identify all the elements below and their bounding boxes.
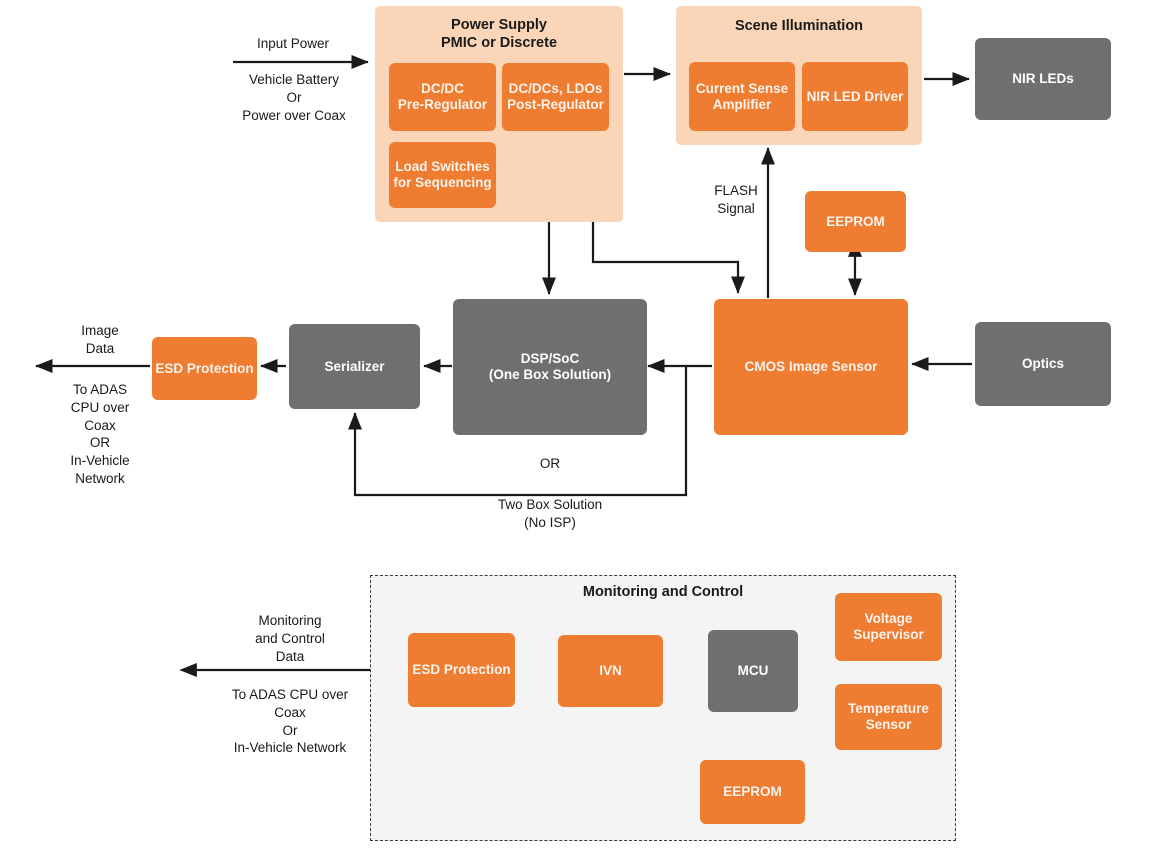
label-flash-signal: FLASH Signal <box>714 183 758 216</box>
label-image-data: Image Data <box>81 323 119 356</box>
block-diagram-canvas: Power Supply PMIC or Discrete DC/DC Pre-… <box>0 0 1157 858</box>
block-temperature-sensor[interactable]: Temperature Sensor <box>835 684 942 750</box>
block-eeprom-sensor[interactable]: EEPROM <box>805 191 906 252</box>
block-esd-protection-control-path[interactable]: ESD Protection <box>408 633 515 707</box>
block-dcdc-pre-regulator[interactable]: DC/DC Pre-Regulator <box>389 63 496 131</box>
block-cmos-image-sensor[interactable]: CMOS Image Sensor <box>714 299 908 435</box>
block-current-sense-amplifier[interactable]: Current Sense Amplifier <box>689 62 795 131</box>
block-load-switches-for-sequencing[interactable]: Load Switches for Sequencing <box>389 142 496 208</box>
block-eeprom-mcu[interactable]: EEPROM <box>700 760 805 824</box>
arrow-power-to-sensor <box>591 222 746 294</box>
block-dcdc-ldo-post-regulator[interactable]: DC/DCs, LDOs Post-Regulator <box>502 63 609 131</box>
label-or-divider: OR <box>539 456 561 471</box>
label-monitoring-data: Monitoring and Control Data <box>255 613 325 664</box>
label-two-box-solution: Two Box Solution (No ISP) <box>497 497 603 530</box>
group-scene-illumination-title: Scene Illumination <box>734 18 864 34</box>
block-dsp-soc[interactable]: DSP/SoC (One Box Solution) <box>453 299 647 435</box>
block-serializer[interactable]: Serializer <box>289 324 420 409</box>
block-esd-protection-image-path[interactable]: ESD Protection <box>152 337 257 400</box>
label-input-power: Input Power <box>256 36 330 51</box>
label-monitoring-data-destination: To ADAS CPU over Coax Or In-Vehicle Netw… <box>231 687 349 756</box>
block-nir-led-driver[interactable]: NIR LED Driver <box>802 62 908 131</box>
label-input-power-source: Vehicle Battery Or Power over Coax <box>242 72 346 123</box>
block-mcu[interactable]: MCU <box>708 630 798 712</box>
group-power-supply-title: Power Supply PMIC or Discrete <box>440 17 558 52</box>
block-ivn[interactable]: IVN <box>558 635 663 707</box>
block-optics[interactable]: Optics <box>975 322 1111 406</box>
block-nir-leds[interactable]: NIR LEDs <box>975 38 1111 120</box>
block-voltage-supervisor[interactable]: Voltage Supervisor <box>835 593 942 661</box>
label-image-data-destination: To ADAS CPU over Coax OR In-Vehicle Netw… <box>70 382 130 487</box>
